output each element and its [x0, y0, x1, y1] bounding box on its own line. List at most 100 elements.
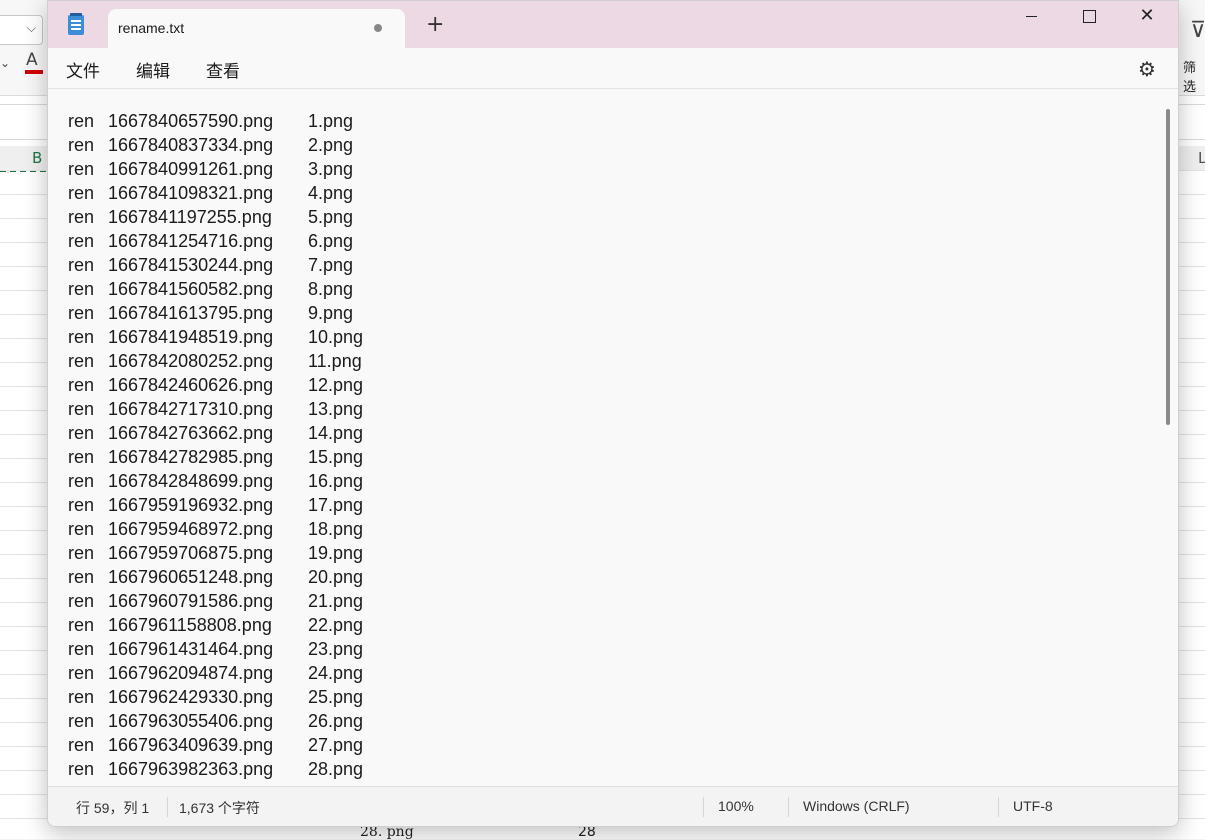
line-cmd: ren	[68, 399, 95, 419]
text-line: ren 1667961158808.png 22.png	[68, 613, 408, 637]
line-dst: 23.png	[308, 639, 364, 659]
text-line: ren 1667959706875.png 19.png	[68, 541, 408, 565]
text-line: ren 1667840837334.png 2.png	[68, 133, 408, 157]
vertical-scrollbar[interactable]	[1166, 109, 1170, 425]
text-line: ren 1667841530244.png 7.png	[68, 253, 408, 277]
line-dst: 25.png	[308, 687, 364, 707]
title-bar[interactable]: rename.txt + ✕	[48, 1, 1178, 48]
line-cmd: ren	[68, 495, 95, 515]
line-cmd: ren	[68, 231, 95, 251]
line-cmd: ren	[68, 207, 95, 227]
line-dst: 10.png	[308, 327, 364, 347]
plus-icon[interactable]: +	[426, 14, 444, 36]
chevron-down-icon[interactable]: ⌄	[0, 56, 10, 70]
line-src: 1667841530244.png	[108, 255, 274, 275]
text-line: ren 1667842763662.png 14.png	[68, 421, 408, 445]
text-line: ren 1667842080252.png 11.png	[68, 349, 408, 373]
line-cmd: ren	[68, 135, 95, 155]
text-line: ren 1667840657590.png 1.png	[68, 109, 408, 133]
line-src: 1667963409639.png	[108, 735, 274, 755]
tab-rename-txt[interactable]: rename.txt	[108, 9, 405, 48]
text-line: ren 1667840991261.png 3.png	[68, 157, 408, 181]
font-size-dropdown[interactable]: ⌵	[0, 15, 43, 45]
font-color-button[interactable]: A	[26, 50, 38, 70]
text-line: ren 1667841098321.png 4.png	[68, 181, 408, 205]
menu-file[interactable]: 文件	[66, 57, 100, 82]
line-src: 1667842763662.png	[108, 423, 274, 443]
text-lines: ren 1667840657590.png 1.png ren 166784083733…	[68, 109, 408, 781]
text-line: ren 1667842782985.png 15.png	[68, 445, 408, 469]
close-icon: ✕	[1139, 5, 1155, 26]
line-dst: 28.png	[308, 759, 364, 779]
line-cmd: ren	[68, 447, 95, 467]
encoding[interactable]: UTF-8	[1013, 798, 1053, 814]
line-dst: 7.png	[308, 255, 354, 275]
line-cmd: ren	[68, 255, 95, 275]
unsaved-dot-icon[interactable]	[374, 24, 382, 32]
filter-label[interactable]: 筛选	[1183, 57, 1205, 95]
line-dst: 1.png	[308, 111, 354, 131]
line-dst: 9.png	[308, 303, 354, 323]
line-dst: 16.png	[308, 471, 364, 491]
column-header-l[interactable]: L	[1198, 149, 1205, 167]
line-src: 1667962094874.png	[108, 663, 274, 683]
line-dst: 6.png	[308, 231, 354, 251]
text-editor[interactable]: ren 1667840657590.png 1.png ren 166784083733…	[48, 89, 1164, 786]
line-src: 1667841560582.png	[108, 279, 274, 299]
text-line: ren 1667842460626.png 12.png	[68, 373, 408, 397]
status-divider	[167, 797, 168, 817]
line-dst: 26.png	[308, 711, 364, 731]
text-line: ren 1667842717310.png 13.png	[68, 397, 408, 421]
line-src: 1667841197255.png	[108, 207, 272, 227]
filter-icon[interactable]: ⊽	[1190, 18, 1205, 43]
line-ending[interactable]: Windows (CRLF)	[803, 798, 910, 814]
line-cmd: ren	[68, 279, 95, 299]
text-line: ren 1667960791586.png 21.png	[68, 589, 408, 613]
line-cmd: ren	[68, 519, 95, 539]
line-dst: 8.png	[308, 279, 354, 299]
line-src: 1667962429330.png	[108, 687, 274, 707]
cursor-position: 行 59，列 1	[76, 800, 150, 816]
line-cmd: ren	[68, 351, 95, 371]
text-line: ren 1667963055406.png 26.png	[68, 709, 408, 733]
line-src: 1667840991261.png	[108, 159, 274, 179]
character-count: 1,673 个字符	[179, 800, 260, 816]
line-src: 1667842080252.png	[108, 351, 274, 371]
line-dst: 15.png	[308, 447, 364, 467]
line-cmd: ren	[68, 183, 95, 203]
maximize-icon	[1082, 9, 1096, 23]
line-dst: 12.png	[308, 375, 364, 395]
text-line: ren 1667962429330.png 25.png	[68, 685, 408, 709]
line-cmd: ren	[68, 567, 95, 587]
menu-view[interactable]: 查看	[206, 57, 240, 82]
notepad-window: rename.txt + ✕ 文件 编辑 查看 ⚙ ren 16678406575…	[47, 0, 1179, 827]
menu-edit[interactable]: 编辑	[136, 57, 170, 82]
gear-icon[interactable]: ⚙	[1138, 57, 1156, 81]
line-src: 1667841613795.png	[108, 303, 274, 323]
line-src: 1667961431464.png	[108, 639, 274, 659]
text-line: ren 1667841948519.png 10.png	[68, 325, 408, 349]
line-dst: 24.png	[308, 663, 364, 683]
maximize-button[interactable]	[1060, 1, 1118, 31]
column-header-b[interactable]: B	[32, 149, 42, 167]
line-src: 1667960791586.png	[108, 591, 274, 611]
line-src: 1667960651248.png	[108, 567, 274, 587]
notepad-app-icon	[68, 13, 84, 35]
line-src: 1667842848699.png	[108, 471, 274, 491]
line-cmd: ren	[68, 687, 95, 707]
zoom-level[interactable]: 100%	[718, 798, 754, 814]
line-src: 1667841254716.png	[108, 231, 274, 251]
line-src: 1667959196932.png	[108, 495, 274, 515]
minimize-button[interactable]	[1002, 1, 1060, 31]
font-color-swatch	[25, 70, 43, 74]
line-cmd: ren	[68, 423, 95, 443]
text-line: ren 1667963409639.png 27.png	[68, 733, 408, 757]
close-button[interactable]: ✕	[1118, 1, 1176, 31]
tab-title: rename.txt	[118, 20, 185, 36]
text-line: ren 1667841197255.png 5.png	[68, 205, 408, 229]
minimize-icon	[1025, 15, 1037, 17]
text-line: ren 1667842848699.png 16.png	[68, 469, 408, 493]
line-src: 1667961158808.png	[108, 615, 272, 635]
line-cmd: ren	[68, 543, 95, 563]
status-divider	[788, 797, 789, 817]
